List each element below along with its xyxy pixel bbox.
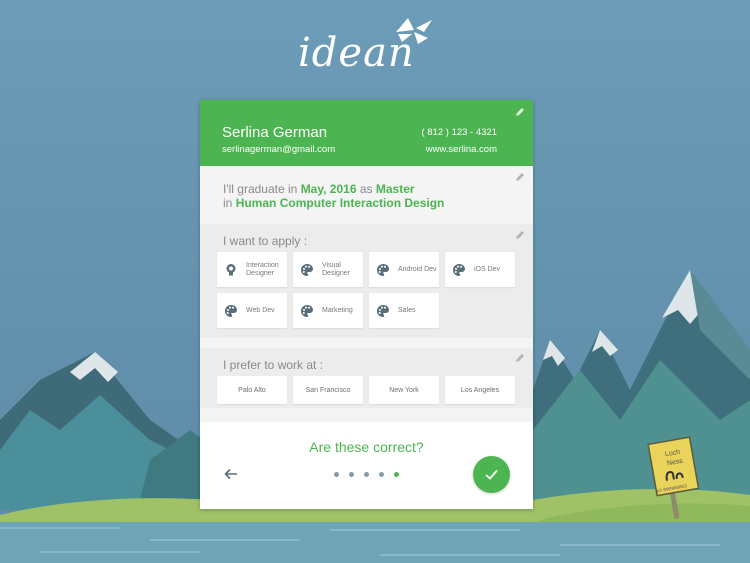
role-tile-web-dev[interactable]: Web Dev xyxy=(217,293,287,328)
logo-mark-icon xyxy=(396,18,432,44)
palette-icon xyxy=(301,264,313,276)
graduation-date: May, 2016 xyxy=(300,182,357,196)
palette-icon xyxy=(301,305,313,317)
profile-name: Serlina German xyxy=(222,124,328,141)
lightbulb-icon xyxy=(226,264,236,276)
role-label: Marketing xyxy=(322,306,353,314)
palette-icon xyxy=(377,264,389,276)
edit-work-pencil-icon[interactable] xyxy=(515,353,525,363)
role-label: Web Dev xyxy=(246,306,275,314)
profile-email: serlinagerman@gmail.com xyxy=(222,144,336,155)
work-label: I prefer to work at : xyxy=(223,358,324,372)
edit-graduation-pencil-icon[interactable] xyxy=(515,172,525,182)
role-tile-android-dev[interactable]: Android Dev xyxy=(369,252,439,287)
role-tile-ios-dev[interactable]: iOS Dev xyxy=(445,252,515,287)
location-option[interactable]: San Francisco xyxy=(293,376,363,404)
profile-phone: ( 812 ) 123 - 4321 xyxy=(421,127,497,138)
profile-website: www.serlina.com xyxy=(425,144,497,155)
graduation-as-word: as xyxy=(359,182,373,196)
palette-icon xyxy=(377,305,389,317)
graduation-in-word: in xyxy=(223,196,233,210)
graduation-field: Human Computer Interaction Design xyxy=(235,196,445,210)
role-label: Android Dev xyxy=(398,265,437,273)
role-tile-interaction-designer[interactable]: Interaction Designer xyxy=(217,252,287,287)
location-option[interactable]: New York xyxy=(369,376,439,404)
step-dot xyxy=(334,472,339,477)
role-tile-marketing[interactable]: Marketing xyxy=(293,293,363,328)
step-dot xyxy=(349,472,354,477)
graduation-prefix: I'll graduate in xyxy=(223,182,298,196)
graduation-degree: Master xyxy=(375,182,415,196)
confirm-button[interactable] xyxy=(473,456,510,493)
role-label: Visual Designer xyxy=(322,261,351,277)
step-dot xyxy=(364,472,369,477)
role-label: Sales xyxy=(398,306,416,314)
work-location-section: I prefer to work at : Palo Alto San Fran… xyxy=(200,348,533,408)
step-dot-active xyxy=(394,472,399,477)
confirm-question: Are these correct? xyxy=(309,439,424,455)
back-arrow-icon[interactable] xyxy=(224,467,238,481)
graduation-line-2: in Human Computer Interaction Design xyxy=(223,196,444,210)
step-dot xyxy=(379,472,384,477)
apply-section: I want to apply : Interaction Designer V… xyxy=(200,224,533,338)
graduation-line-1: I'll graduate in May, 2016 as Master xyxy=(223,182,415,196)
application-card: Serlina German serlinagerman@gmail.com (… xyxy=(200,100,533,509)
palette-icon xyxy=(225,305,237,317)
role-label: iOS Dev xyxy=(474,265,501,273)
checkmark-icon xyxy=(485,469,498,480)
role-tile-visual-designer[interactable]: Visual Designer xyxy=(293,252,363,287)
location-option[interactable]: Palo Alto xyxy=(217,376,287,404)
graduation-section: I'll graduate in May, 2016 as Master in … xyxy=(200,166,533,223)
role-tile-sales[interactable]: Sales xyxy=(369,293,439,328)
profile-header: Serlina German serlinagerman@gmail.com (… xyxy=(200,100,533,166)
location-option[interactable]: Los Angeles xyxy=(445,376,515,404)
role-label: Interaction Designer xyxy=(246,261,279,277)
edit-profile-pencil-icon[interactable] xyxy=(515,107,525,117)
palette-icon xyxy=(453,264,465,276)
apply-label: I want to apply : xyxy=(223,234,308,248)
edit-apply-pencil-icon[interactable] xyxy=(515,230,525,240)
confirm-section: Are these correct? xyxy=(200,422,533,509)
